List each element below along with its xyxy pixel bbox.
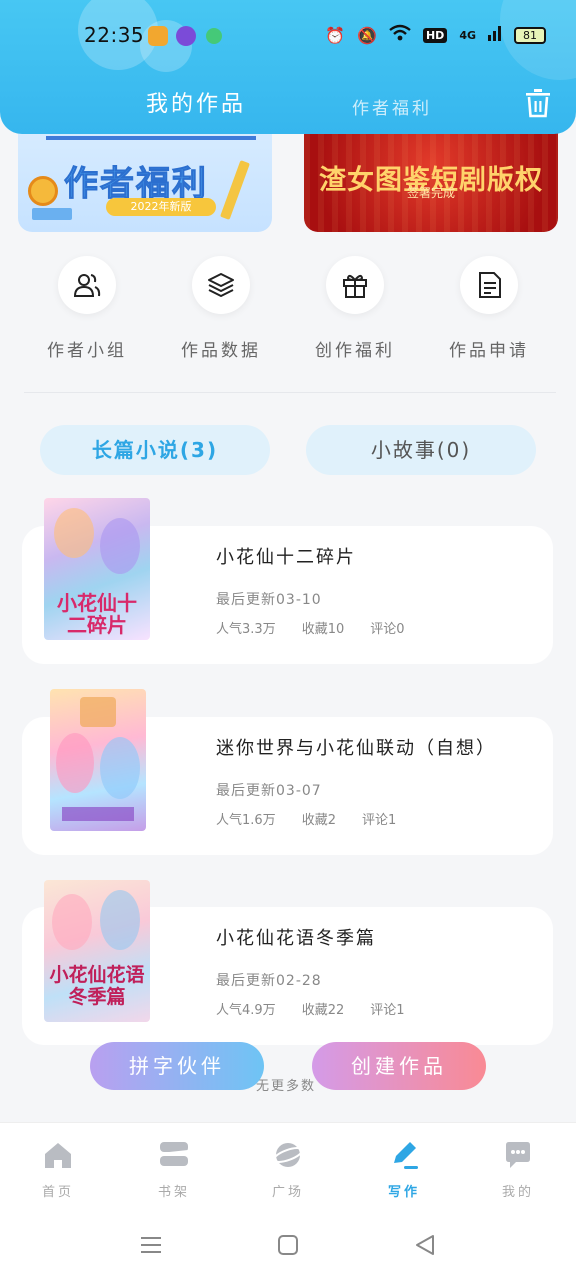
clock-icon [28,176,58,206]
pencil-icon [220,160,250,220]
cover-title: 小花仙花语冬季篇 [49,964,145,1008]
menu-creation-welfare[interactable]: 创作福利 [300,256,410,361]
work-comments: 评论0 [370,622,405,637]
work-updated: 最后更新02-28 [216,973,322,989]
app-header: 22:35 ⏰ 🔕 HD 4G 81 我的作品 作者福利 [0,0,576,134]
menu-label: 作者小组 [47,341,127,361]
banner-decor [46,136,256,140]
status-bar: 22:35 ⏰ 🔕 HD 4G 81 [0,0,576,70]
work-title: 小花仙十二碎片 [216,547,356,568]
no-more-text: 无更多数 [256,1079,317,1094]
back-icon[interactable] [414,1234,436,1260]
menu-work-data[interactable]: 作品数据 [166,256,276,361]
planet-icon [272,1139,304,1171]
nav-label: 广场 [271,1185,304,1200]
work-cover[interactable]: 小花仙十二碎片 [44,498,150,640]
nav-bookshelf[interactable]: 书架 [134,1139,214,1200]
status-time: 22:35 [84,23,145,47]
cover-title: 小花仙十二碎片 [57,591,137,637]
quick-menu: 作者小组 作品数据 创作福利 作品申请 [0,256,576,366]
app-notification-icon [176,26,196,46]
author-welfare-banner[interactable]: 作者福利 2022年新版 [18,120,272,232]
home-square-icon[interactable] [277,1234,299,1260]
menu-label: 作品数据 [181,341,261,361]
cover-art [62,807,134,821]
work-title: 迷你世界与小花仙联动（自想） [216,738,496,759]
cover-art [52,894,92,950]
document-icon [460,256,518,314]
drama-rights-banner[interactable]: 渣女图鉴短剧版权 签署完成 [304,120,558,232]
tab-author-welfare[interactable]: 作者福利 [352,94,432,119]
nav-home[interactable]: 首页 [18,1139,98,1200]
work-popularity: 人气3.3万 [216,622,276,637]
nav-plaza[interactable]: 广场 [248,1139,328,1200]
network-label: 4G [459,28,476,42]
cover-art [100,737,140,799]
divider [24,392,556,393]
mute-icon: 🔕 [357,25,377,45]
tab-long-novel[interactable]: 长篇小说(3) [40,425,270,475]
work-stats: 人气4.9万 收藏22 评论1 [216,999,405,1018]
banner-pill: 2022年新版 [106,198,216,216]
alarm-icon: ⏰ [325,25,346,45]
create-work-button[interactable]: 创建作品 [312,1042,486,1090]
app-notification-icon [206,28,222,44]
work-comments: 评论1 [370,1003,405,1018]
app-notification-icon [148,26,168,46]
work-cover[interactable] [50,689,146,831]
tab-my-works[interactable]: 我的作品 [146,86,246,118]
cover-art [54,508,94,558]
cover-art [100,890,140,950]
signal-icon [488,25,502,45]
menu-author-group[interactable]: 作者小组 [32,256,142,361]
nav-label: 书架 [157,1185,190,1200]
bookshelf-icon [158,1139,190,1171]
banner-subtitle: 签署完成 [406,186,455,200]
cover-art [100,518,140,574]
menu-icon[interactable] [140,1234,162,1260]
work-favorites: 收藏2 [301,813,336,828]
partner-button[interactable]: 拼字伙伴 [90,1042,264,1090]
work-favorites: 收藏10 [301,622,345,637]
menu-work-application[interactable]: 作品申请 [434,256,544,361]
gift-icon [326,256,384,314]
nav-label: 写作 [387,1185,420,1200]
hd-icon: HD [422,27,448,43]
work-comments: 评论1 [361,813,397,828]
cover-art [80,697,116,727]
nav-label: 首页 [41,1185,74,1200]
nav-label: 我的 [501,1185,534,1200]
trash-icon[interactable] [524,88,552,118]
tab-short-story[interactable]: 小故事(0) [306,425,536,475]
status-icons: ⏰ 🔕 HD 4G 81 [325,24,546,46]
work-updated: 最后更新03-07 [216,783,322,799]
books-icon [32,208,72,220]
work-stats: 人气1.6万 收藏2 评论1 [216,809,396,828]
chat-icon [502,1139,534,1171]
work-stats: 人气3.3万 收藏10 评论0 [216,618,405,637]
work-favorites: 收藏22 [301,1003,345,1018]
menu-label: 创作福利 [315,341,395,361]
wifi-icon [389,24,411,46]
work-popularity: 人气1.6万 [216,813,276,828]
work-cover[interactable]: 小花仙花语冬季篇 [44,880,150,1022]
work-popularity: 人气4.9万 [216,1003,276,1018]
pen-icon [388,1139,420,1171]
layers-icon [192,256,250,314]
system-nav-bar [0,1210,576,1280]
nav-mine[interactable]: 我的 [478,1139,558,1200]
work-updated: 最后更新03-10 [216,592,322,608]
bottom-nav: 首页 书架 广场 写作 我的 [0,1122,576,1210]
work-title: 小花仙花语冬季篇 [216,928,376,949]
users-icon [58,256,116,314]
nav-write[interactable]: 写作 [364,1139,444,1200]
menu-label: 作品申请 [449,341,529,361]
cover-art [56,733,94,793]
battery-indicator: 81 [514,26,546,44]
home-icon [42,1139,74,1171]
